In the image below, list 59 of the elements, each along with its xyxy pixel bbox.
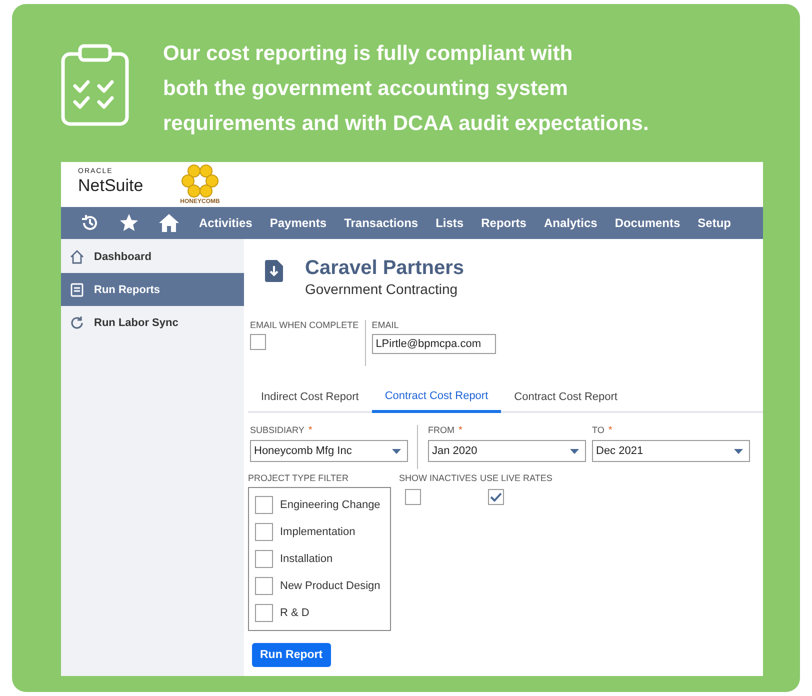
sidebar-item[interactable]: Run Labor Sync <box>61 306 244 339</box>
sidebar-item[interactable]: Run Reports <box>61 273 244 306</box>
field-label: SUBSIDIARY <box>250 425 304 436</box>
field-label: EMAIL WHEN COMPLETE <box>250 320 359 330</box>
page-subtitle: Government Contracting <box>305 280 459 298</box>
netsuite-wordmark: NetSuite <box>78 176 144 195</box>
nav-link[interactable]: Setup <box>698 216 731 230</box>
checkbox[interactable] <box>255 496 273 514</box>
field-label: USE LIVE RATES <box>480 473 552 483</box>
home-icon <box>69 248 85 264</box>
download-document-icon <box>265 260 283 282</box>
dropdown[interactable]: Dec 2021 <box>592 440 750 462</box>
nav-link[interactable]: Activities <box>199 216 252 230</box>
required-mark: * <box>308 425 312 436</box>
email-field[interactable]: LPirtle@bpmcpa.com <box>372 334 496 354</box>
required-mark: * <box>458 425 462 436</box>
required-mark: * <box>608 425 612 436</box>
caret-down-icon <box>392 448 401 454</box>
report-tab[interactable]: Indirect Cost Report <box>248 382 372 411</box>
checkbox[interactable] <box>405 489 421 505</box>
caret-down-icon <box>734 448 743 454</box>
checkbox[interactable] <box>250 334 266 350</box>
star-icon[interactable] <box>119 213 139 233</box>
nav-link[interactable]: Payments <box>270 216 327 230</box>
checkbox[interactable] <box>255 550 273 568</box>
field-label: SHOW INACTIVES <box>399 473 478 483</box>
history-icon[interactable] <box>80 213 100 233</box>
field-label: PROJECT TYPE FILTER <box>248 473 350 483</box>
report-tab[interactable]: Contract Cost Report <box>501 382 630 411</box>
field-label: EMAIL <box>372 320 400 330</box>
sidebar-item[interactable]: Dashboard <box>61 240 244 273</box>
clipboard-checklist-icon <box>61 44 129 126</box>
home-icon[interactable] <box>158 213 180 233</box>
nav-link[interactable]: Transactions <box>344 216 418 230</box>
run-report-button[interactable]: Run Report <box>252 643 331 667</box>
headline: Our cost reporting is fully compliant with both the government accounting system requirements and with DCAA audit expectations. <box>163 41 650 137</box>
honeycomb-logo-icon <box>180 163 220 199</box>
option-label: R & D <box>280 606 310 618</box>
field-label: TO <box>592 425 604 436</box>
option-label: Implementation <box>280 526 356 538</box>
option-label: Engineering Change <box>280 498 380 510</box>
field-label: FROM <box>428 425 454 436</box>
dropdown[interactable]: Honeycomb Mfg Inc <box>250 440 408 462</box>
page-title: Caravel Partners <box>305 256 464 280</box>
refresh-icon <box>69 314 85 330</box>
checkbox[interactable] <box>255 604 273 622</box>
option-label: New Product Design <box>280 580 380 592</box>
book-icon <box>69 282 85 298</box>
checkbox[interactable] <box>255 522 273 540</box>
nav-link[interactable]: Documents <box>614 216 680 230</box>
checkbox[interactable] <box>488 489 504 505</box>
nav-link[interactable]: Reports <box>481 216 526 230</box>
checkbox[interactable] <box>255 576 273 594</box>
dropdown[interactable]: Jan 2020 <box>428 440 586 462</box>
caret-down-icon <box>570 448 579 454</box>
nav-link[interactable]: Lists <box>436 216 464 230</box>
option-label: Installation <box>280 552 333 564</box>
nav-link[interactable]: Analytics <box>544 216 598 230</box>
report-tab[interactable]: Contract Cost Report <box>372 382 502 413</box>
